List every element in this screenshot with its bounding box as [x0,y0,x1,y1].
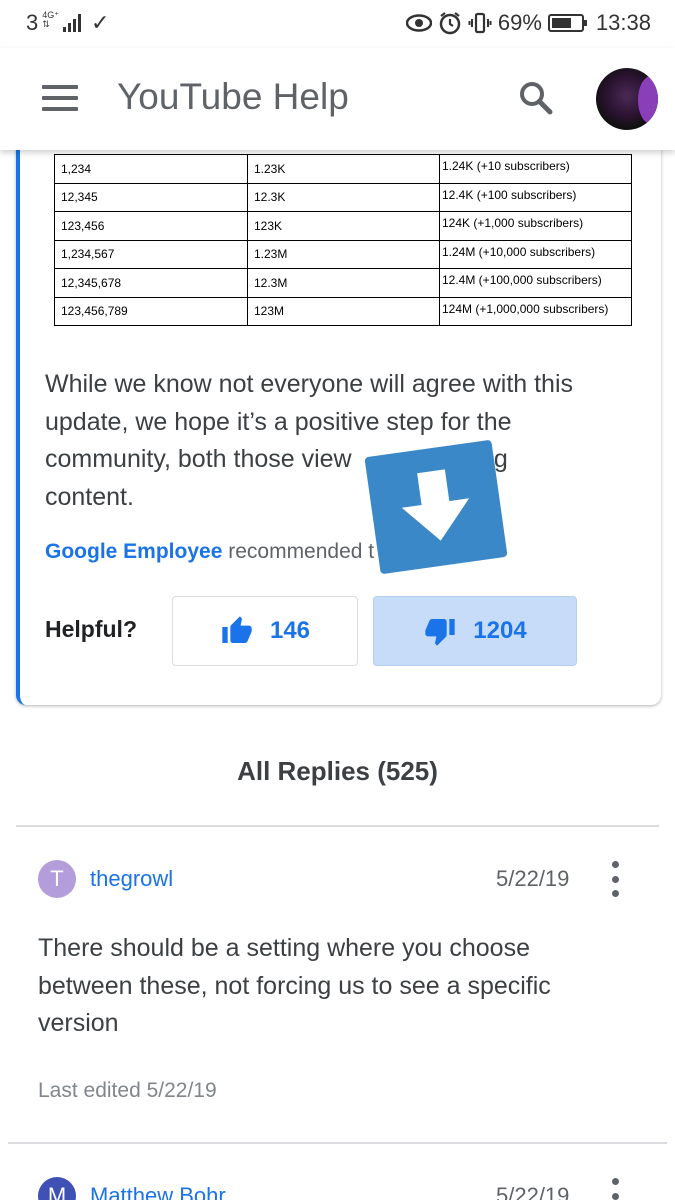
downvote-count: 1204 [473,617,527,644]
table-row: 12,345,678 12.3M 12.4M (+100,000 subscribe… [54,268,632,298]
table-cell: 1,234 [54,154,248,184]
recommended-line: Google Employee recommended t [45,540,374,564]
table-cell: 124K (+1,000 subscribers) [439,211,632,241]
table-row: 12,345 12.3K 12.4K (+100 subscribers) [54,182,632,212]
battery-percent: 69% [497,10,542,35]
answer-line: community, both those vieweating [45,441,615,479]
avatar-letter: T [50,866,64,891]
answer-line: update, we hope it’s a positive step for… [45,407,512,436]
reply-line: There should be a setting where you choo… [38,934,530,962]
table-row: 1,234,567 1.23M 1.24M (+10,000 subscribers… [54,239,632,269]
reply-line: version [38,1009,119,1037]
status-left: 3 4G⁺ ⇅ ✓ [26,10,109,36]
table-body: 1,234 1.23K 1.24K (+10 subscribers) 12,345 1… [54,154,632,326]
table-cell: 123M [247,296,440,326]
arrow-down-icon [401,469,470,541]
network-type-bottom: ⇅ [42,19,50,29]
table-cell: 12.4M (+100,000 subscribers) [439,268,632,298]
signal-icon [63,14,82,32]
replies-heading: All Replies (525) [237,756,438,786]
table-row: 123,456,789 123M 124M (+1,000,000 subscrib… [54,296,632,326]
table-cell: 1.23M [247,239,440,269]
page: 3 4G⁺ ⇅ ✓ 69% 13:38 YouTube Help 1,234 1… [0,0,675,1200]
avatar-letter: M [47,1183,67,1200]
table-cell: 12.3M [247,268,440,298]
reply-author[interactable]: thegrowl [90,866,173,892]
answer-line: While we know not everyone will agree wi… [45,370,574,398]
thumbs-down-icon [425,619,455,646]
table-cell: 12,345 [54,182,248,212]
carrier-number: 3 [26,10,39,35]
divider [8,1142,667,1144]
reply-text: There should be a setting where you choo… [38,930,628,1043]
table-cell: 1.24M (+10,000 subscribers) [439,239,632,269]
network-type: 4G⁺ ⇅ [42,11,59,29]
vibrate-icon [468,12,492,34]
more-options-icon[interactable] [605,861,625,897]
reply-line: between these, not forcing us to see a s… [38,971,551,1000]
table-cell: 123,456,789 [54,296,248,326]
app-title[interactable]: YouTube Help [117,76,349,118]
table-cell: 12,345,678 [54,268,248,298]
table-cell: 1,234,567 [54,239,248,269]
menu-icon[interactable] [42,85,78,111]
table-row: 123,456 123K 124K (+1,000 subscribers) [54,211,632,241]
more-options-icon[interactable] [605,1178,625,1200]
subscriber-count-table: 1,234 1.23K 1.24K (+10 subscribers) 12,345 1… [54,154,632,326]
answer-line-start: community, both those view [45,445,352,473]
table-cell: 123K [247,211,440,241]
downvote-button[interactable]: 1204 [373,596,577,666]
avatar[interactable] [596,68,658,130]
table-cell: 12.4K (+100 subscribers) [439,182,632,212]
upvote-button[interactable]: 146 [172,596,358,666]
battery-fill [551,18,571,28]
clock: 13:38 [595,10,651,35]
table-cell: 1.24K (+10 subscribers) [439,154,632,184]
avatar[interactable]: T [38,860,76,898]
answer-line: content. [45,482,134,511]
download-done-icon: ✓ [91,10,110,35]
down-arrow-overlay-icon [364,439,508,575]
battery-icon [547,14,587,32]
recommended-by[interactable]: Google Employee [45,540,222,563]
last-edited-label: Last edited 5/22/19 [38,1079,217,1102]
avatar[interactable]: M [38,1177,76,1200]
search-icon[interactable] [516,78,556,118]
reply-date: 5/22/19 [496,1183,570,1200]
table-row: 1,234 1.23K 1.24K (+10 subscribers) [54,154,632,184]
thumbs-up-icon [222,616,252,643]
reply-author[interactable]: Matthew Bohr [90,1183,226,1200]
table-cell: 1.23K [247,154,440,184]
answer-body: While we know not everyone will agree wi… [45,366,615,516]
alarm-icon [439,12,461,35]
divider [16,825,659,827]
reply-date: 5/22/19 [496,866,570,891]
helpful-label: Helpful? [45,616,137,642]
table-cell: 123,456 [54,211,248,241]
status-right: 69% 13:38 [405,10,651,36]
table-cell: 12.3K [247,182,440,212]
upvote-count: 146 [269,617,311,644]
answer-card: 1,234 1.23K 1.24K (+10 subscribers) 12,345 1… [16,130,661,705]
status-bar: 3 4G⁺ ⇅ ✓ 69% 13:38 [0,0,675,48]
recommended-text: recommended t [228,540,375,563]
app-bar: YouTube Help [0,48,675,150]
eye-icon [405,14,432,32]
table-cell: 124M (+1,000,000 subscribers) [439,296,632,326]
